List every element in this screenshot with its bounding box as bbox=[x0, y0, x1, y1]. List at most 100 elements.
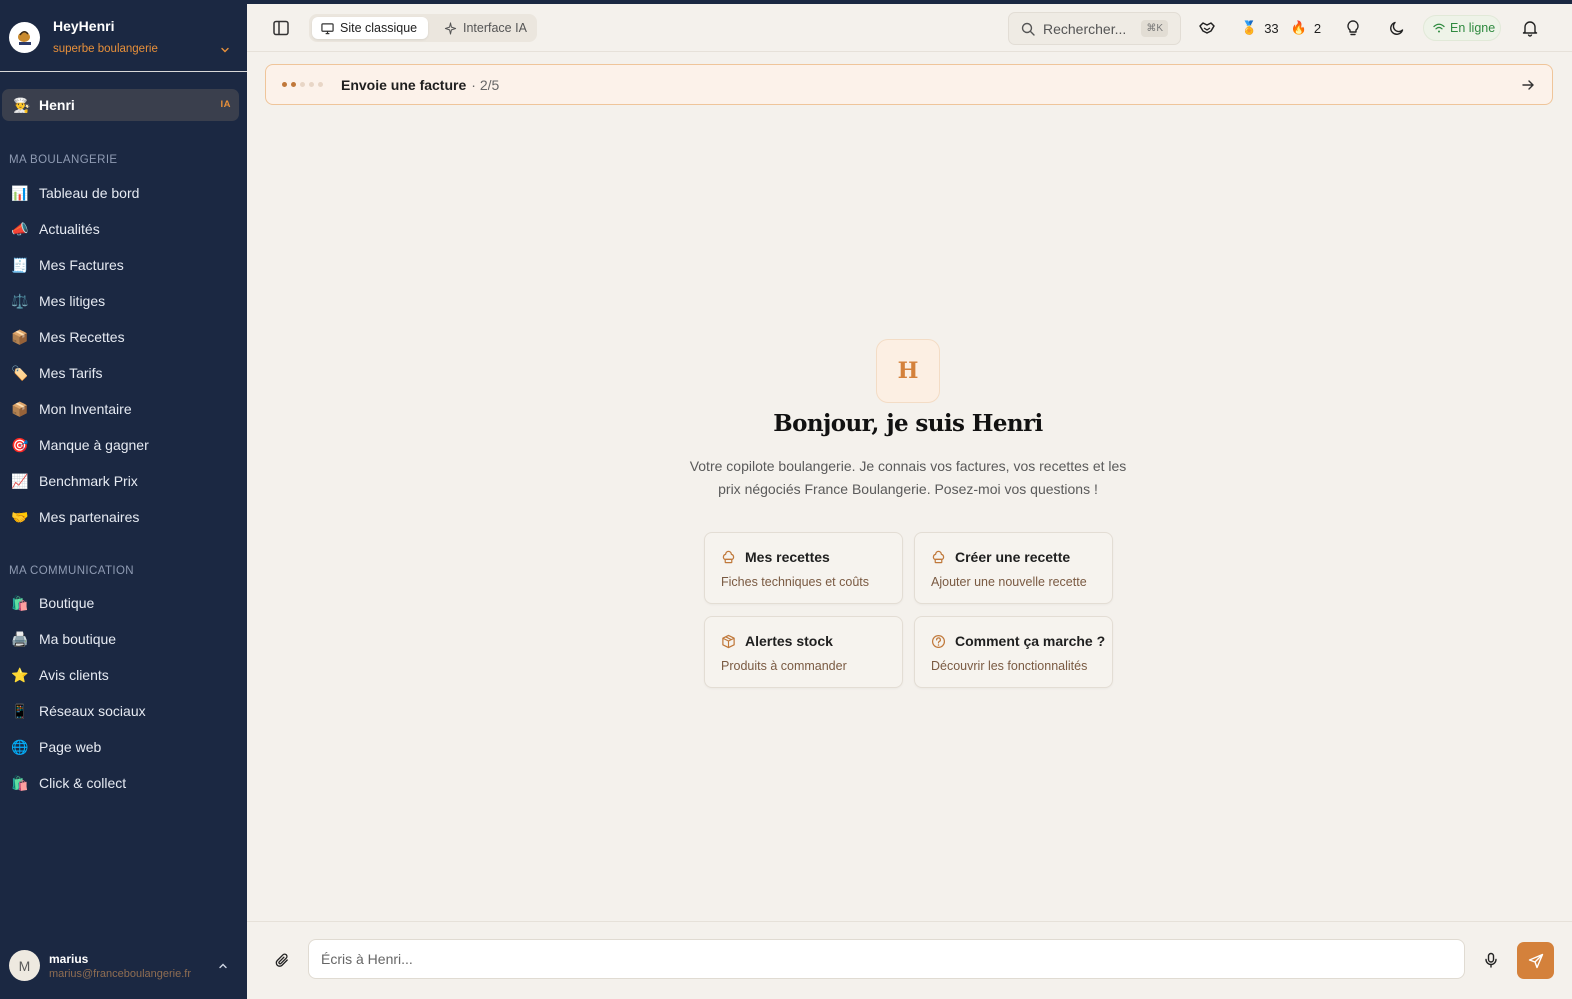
sidebar-item-disputes[interactable]: ⚖️ Mes litiges bbox=[0, 283, 247, 319]
sidebar-item-label: Mes partenaires bbox=[39, 509, 140, 525]
user-menu[interactable]: M marius marius@franceboulangerie.fr bbox=[0, 940, 247, 999]
message-composer bbox=[247, 921, 1572, 999]
package-icon: 📦 bbox=[11, 401, 29, 417]
card-title: Créer une recette bbox=[955, 549, 1071, 565]
sidebar-item-benchmark[interactable]: 📈 Benchmark Prix bbox=[0, 463, 247, 499]
search-icon bbox=[1021, 22, 1035, 36]
suggestion-card-how-it-works[interactable]: Comment ça marche ? Découvrir les foncti… bbox=[914, 616, 1113, 688]
card-title: Alertes stock bbox=[745, 633, 833, 649]
sidebar-item-shop[interactable]: 🛍️ Boutique bbox=[0, 585, 247, 621]
chef-hat-icon bbox=[932, 550, 945, 564]
search-box[interactable]: Rechercher... ⌘K bbox=[1008, 12, 1181, 45]
sidebar-item-inventory[interactable]: 📦 Mon Inventaire bbox=[0, 391, 247, 427]
sidebar-item-label: Henri bbox=[39, 97, 75, 113]
sidebar-item-webpage[interactable]: 🌐 Page web bbox=[0, 729, 247, 765]
sidebar-item-label: Manque à gagner bbox=[39, 437, 149, 453]
sidebar-item-partners[interactable]: 🤝 Mes partenaires bbox=[0, 499, 247, 535]
tag-icon: 🏷️ bbox=[11, 365, 29, 381]
sidebar-item-label: Réseaux sociaux bbox=[39, 703, 146, 719]
sidebar-item-news[interactable]: 📣 Actualités bbox=[0, 211, 247, 247]
sidebar-item-reviews[interactable]: ⭐ Avis clients bbox=[0, 657, 247, 693]
moon-icon[interactable] bbox=[1388, 19, 1406, 37]
arrow-right-icon[interactable] bbox=[1521, 78, 1535, 92]
sidebar-item-label: Mes Factures bbox=[39, 257, 124, 273]
sidebar-item-recipes[interactable]: 📦 Mes Recettes bbox=[0, 319, 247, 355]
sidebar-item-click-collect[interactable]: 🛍️ Click & collect bbox=[0, 765, 247, 801]
sparkles-icon bbox=[444, 21, 457, 35]
lightbulb-icon[interactable] bbox=[1344, 19, 1362, 37]
handshake-icon: 🤝 bbox=[11, 509, 29, 525]
progress-dot-done bbox=[282, 82, 287, 87]
hero-description: Votre copilote boulangerie. Je connais v… bbox=[689, 458, 1127, 497]
trend-icon: 📈 bbox=[11, 473, 29, 489]
search-placeholder: Rechercher... bbox=[1043, 20, 1127, 37]
assistant-logo: H bbox=[876, 339, 940, 403]
star-icon: ⭐ bbox=[11, 667, 29, 683]
ai-badge: IA bbox=[220, 99, 231, 110]
top-bar: Site classique Interface IA Rechercher..… bbox=[247, 4, 1572, 52]
hero-title: Bonjour, je suis Henri bbox=[773, 410, 1043, 437]
streak-count: 2 bbox=[1313, 20, 1322, 36]
send-icon bbox=[1528, 953, 1543, 968]
sidebar-item-social[interactable]: 📱 Réseaux sociaux bbox=[0, 693, 247, 729]
message-input[interactable] bbox=[308, 939, 1465, 979]
globe-icon: 🌐 bbox=[11, 739, 29, 755]
brand-subtitle: superbe boulangerie bbox=[53, 43, 158, 55]
card-title: Mes recettes bbox=[745, 549, 830, 565]
sidebar-toggle-icon[interactable] bbox=[272, 19, 290, 37]
sidebar-item-label: Mes Recettes bbox=[39, 329, 125, 345]
section-title-bakery: Ma boulangerie bbox=[9, 154, 118, 166]
onboarding-task-banner[interactable]: Envoie une facture · 2/5 bbox=[265, 64, 1553, 105]
handshake-icon[interactable] bbox=[1198, 19, 1216, 37]
mode-classic-button[interactable]: Site classique bbox=[312, 17, 428, 39]
bell-icon[interactable] bbox=[1521, 19, 1539, 37]
sidebar-item-invoices[interactable]: 🧾 Mes Factures bbox=[0, 247, 247, 283]
suggestion-card-stock-alerts[interactable]: Alertes stock Produits à commander bbox=[704, 616, 903, 688]
task-title: Envoie une facture bbox=[341, 76, 467, 93]
sidebar-item-label: Mon Inventaire bbox=[39, 401, 132, 417]
sidebar-item-label: Click & collect bbox=[39, 775, 127, 791]
sidebar-item-label: Actualités bbox=[39, 221, 100, 237]
suggestion-card-create-recipe[interactable]: Créer une recette Ajouter une nouvelle r… bbox=[914, 532, 1113, 604]
sidebar-item-label: Boutique bbox=[39, 595, 95, 611]
package-icon bbox=[722, 634, 735, 649]
sidebar-item-label: Mes Tarifs bbox=[39, 365, 103, 381]
status-label: En ligne bbox=[1450, 21, 1496, 35]
chart-icon: 📊 bbox=[11, 185, 29, 201]
fire-icon: 🔥 bbox=[1290, 20, 1307, 35]
suggestion-card-recipes[interactable]: Mes recettes Fiches techniques et coûts bbox=[704, 532, 903, 604]
brand-name: HeyHenri bbox=[53, 18, 115, 34]
mode-classic-label: Site classique bbox=[340, 21, 418, 35]
sidebar-item-prices[interactable]: 🏷️ Mes Tarifs bbox=[0, 355, 247, 391]
task-progress-dots bbox=[282, 82, 327, 87]
points-count: 33 bbox=[1264, 20, 1279, 36]
medal-icon: 🏅 bbox=[1241, 20, 1258, 35]
gamification-stats[interactable]: 🏅 33 🔥 2 bbox=[1241, 19, 1321, 37]
wifi-icon bbox=[1433, 23, 1445, 33]
paperclip-icon[interactable] bbox=[274, 952, 291, 969]
sidebar-item-dashboard[interactable]: 📊 Tableau de bord bbox=[0, 175, 247, 211]
microphone-icon[interactable] bbox=[1483, 952, 1499, 968]
progress-dot-pending bbox=[300, 82, 305, 87]
chevron-down-icon[interactable] bbox=[219, 44, 231, 56]
task-progress: · 2/5 bbox=[471, 76, 500, 93]
phone-icon: 📱 bbox=[11, 703, 29, 719]
send-button[interactable] bbox=[1517, 942, 1554, 979]
progress-dot-pending bbox=[309, 82, 314, 87]
card-subtitle: Fiches techniques et coûts bbox=[721, 575, 869, 589]
sidebar-item-missed-revenue[interactable]: 🎯 Manque à gagner bbox=[0, 427, 247, 463]
shopping-bag-icon: 🛍️ bbox=[11, 775, 29, 791]
sidebar-item-henri[interactable]: 👨‍🍳 Henri IA bbox=[2, 89, 239, 121]
sidebar-item-label: Benchmark Prix bbox=[39, 473, 138, 489]
section-title-communication: Ma communication bbox=[9, 565, 135, 577]
nav-bakery: 📊 Tableau de bord 📣 Actualités 🧾 Mes Factur… bbox=[0, 175, 247, 535]
card-subtitle: Découvrir les fonctionnalités bbox=[931, 659, 1088, 673]
status-badge: En ligne bbox=[1423, 15, 1501, 41]
mode-ai-button[interactable]: Interface IA bbox=[435, 17, 533, 39]
sidebar-item-my-shop[interactable]: 🖨️ Ma boutique bbox=[0, 621, 247, 657]
brand-switcher[interactable]: HeyHenri superbe boulangerie bbox=[0, 4, 247, 72]
chef-hat-icon bbox=[722, 550, 735, 564]
chevron-up-icon[interactable] bbox=[217, 960, 229, 972]
nav-communication: 🛍️ Boutique 🖨️ Ma boutique ⭐ Avis clients 📱… bbox=[0, 585, 247, 801]
sidebar-item-label: Ma boutique bbox=[39, 631, 117, 647]
